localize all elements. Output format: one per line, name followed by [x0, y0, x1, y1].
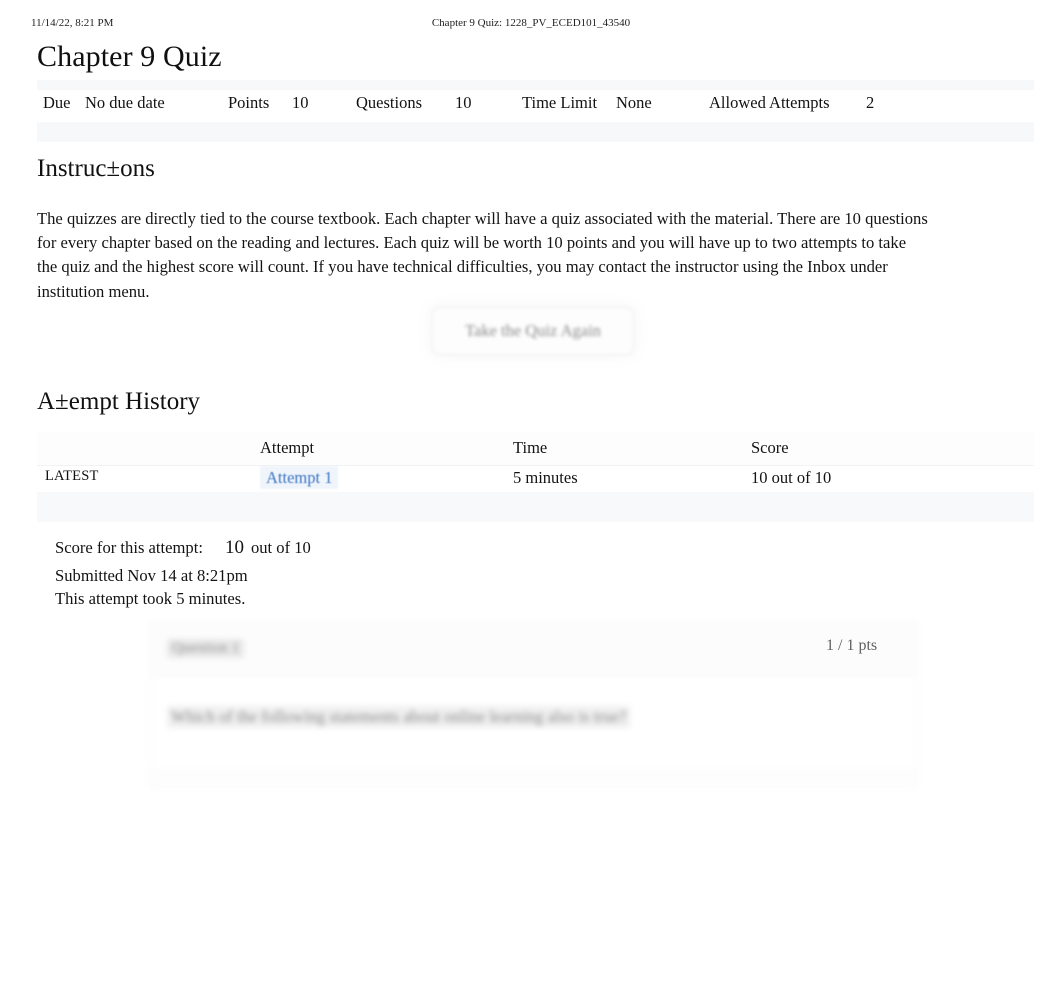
meta-time-limit-label: Time Limit	[522, 93, 598, 112]
attempt-table-row-band	[37, 492, 1034, 522]
score-value: 10	[224, 537, 244, 558]
submitted-line: Submitted Nov 14 at 8:21pm	[55, 566, 248, 585]
meta-time-limit-value: None	[616, 93, 652, 112]
meta-points-label: Points	[228, 93, 270, 112]
meta-questions-value: 10	[455, 93, 472, 112]
question-text: Which of the following statements about …	[167, 706, 631, 728]
page-title: Chapter 9 Quiz	[37, 40, 222, 73]
time-column-header: Time	[513, 438, 548, 457]
instructions-body: The quizzes are directly tied to the cou…	[37, 209, 928, 301]
attempt-column-header: Attempt	[260, 438, 315, 457]
attempt-score-cell: 10 out of 10	[751, 468, 832, 487]
question-card-header: Question 1	[151, 622, 916, 676]
attempt-time-cell: 5 minutes	[513, 468, 578, 487]
attempt-1-link[interactable]: Attempt 1	[260, 466, 339, 489]
quiz-meta-strip: Due No due date Points 10 Questions 10 T…	[37, 80, 1034, 142]
meta-due-value: No due date	[85, 93, 165, 112]
score-for-attempt-line: Score for this attempt: 10 out of 10	[55, 536, 655, 559]
question-points: 1 / 1 pts	[826, 637, 878, 654]
print-header-title: Chapter 9 Quiz: 1228_PV_ECED101_43540	[431, 17, 631, 29]
attempt-latest-flag: LATEST	[45, 468, 99, 484]
attempt-link-cell[interactable]: Attempt 1	[260, 466, 339, 489]
meta-points-value: 10	[292, 93, 309, 112]
score-column-header: Score	[751, 438, 789, 457]
meta-row: Due No due date Points 10 Questions 10 T…	[37, 90, 1034, 122]
attempt-history-heading: A±empt History	[37, 388, 201, 415]
instructions-heading: Instruc±ons	[37, 155, 155, 182]
meta-band-bottom	[37, 122, 1034, 142]
print-header: 11/14/22, 8:21 PM Chapter 9 Quiz: 1228_P…	[0, 17, 1062, 33]
take-quiz-again-button[interactable]: Take the Quiz Again	[432, 307, 634, 355]
attempt-duration-line: This attempt took 5 minutes.	[55, 589, 246, 608]
meta-allowed-attempts-label: Allowed Attempts	[709, 93, 830, 112]
meta-allowed-attempts-value: 2	[866, 93, 875, 112]
question-label: Question 1	[167, 639, 245, 658]
meta-questions-label: Questions	[356, 93, 422, 112]
attempt-history-table: Attempt Time Score LATEST Attempt 1 5 mi…	[37, 432, 1034, 522]
question-card: Question 1 Which of the following statem…	[150, 621, 917, 788]
attempt-table-divider	[37, 465, 1034, 466]
meta-band-top	[37, 80, 1034, 90]
score-summary: Score for this attempt: 10 out of 10 Submi…	[55, 536, 655, 610]
meta-due-label: Due	[43, 93, 71, 112]
take-quiz-again-button-wrap[interactable]: Take the Quiz Again	[432, 307, 634, 355]
question-card-bottom-fade	[150, 770, 915, 792]
score-out-of: out of 10	[250, 538, 311, 557]
score-label: Score for this attempt:	[55, 538, 203, 557]
